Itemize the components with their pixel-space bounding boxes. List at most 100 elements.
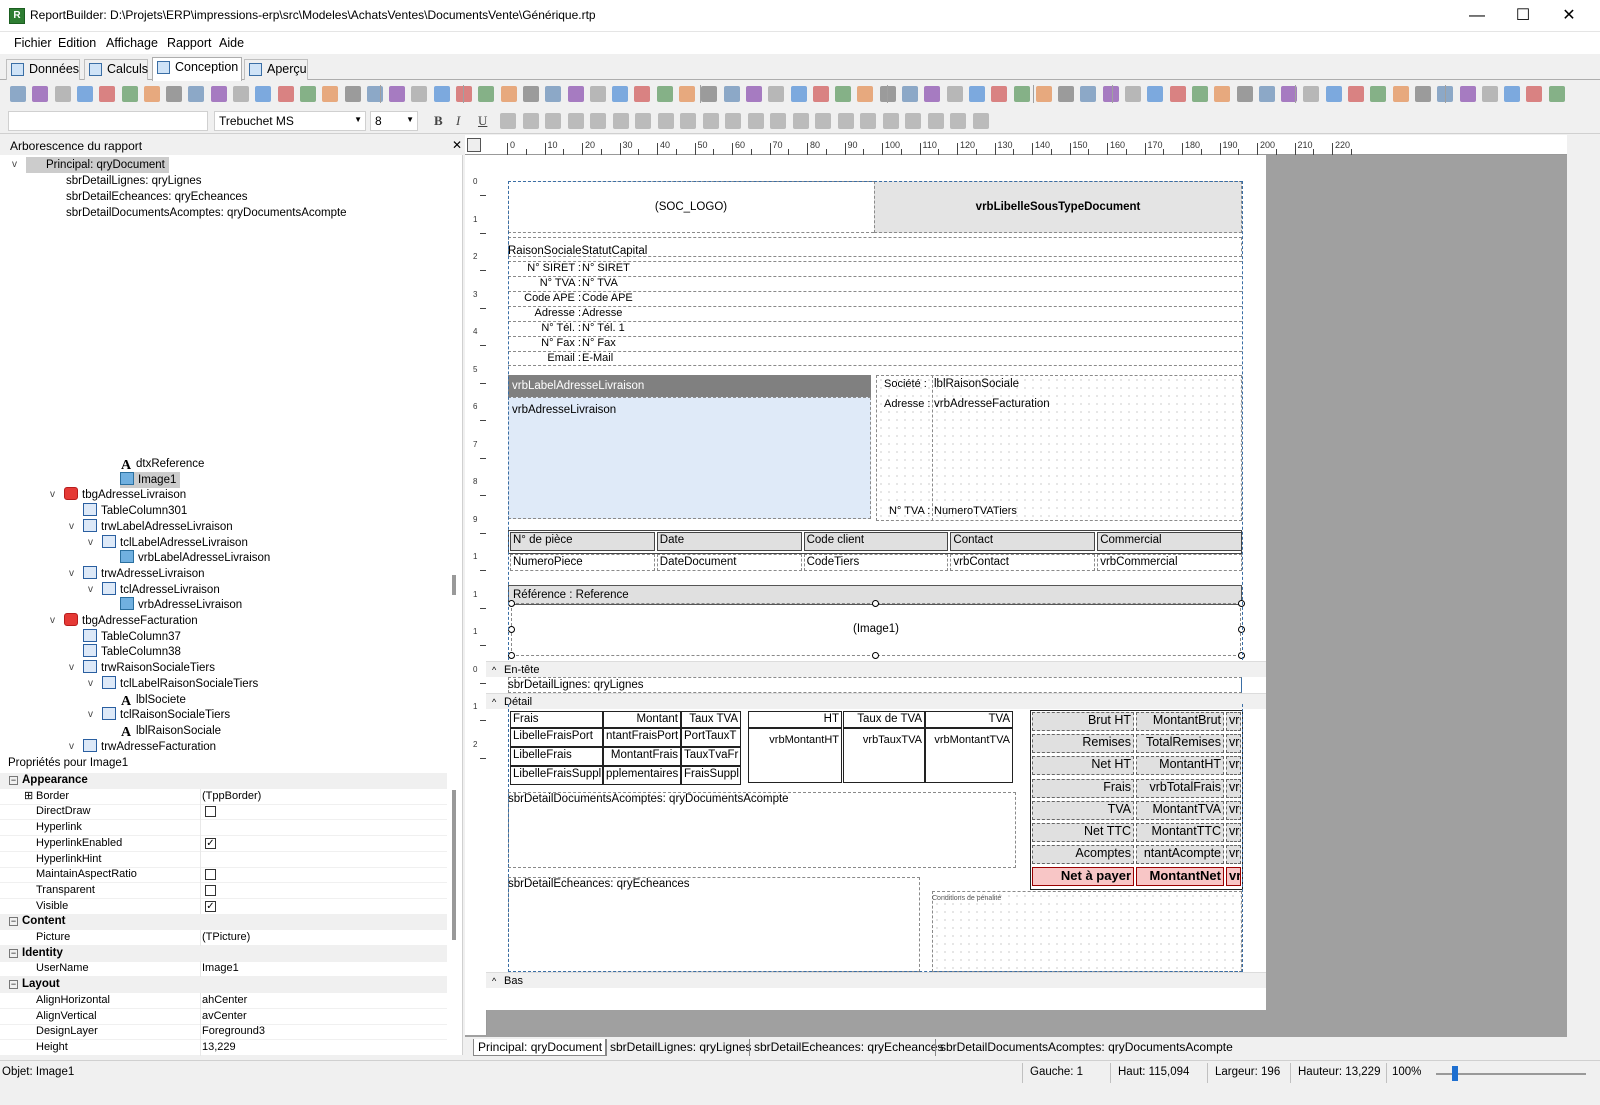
- chevron-down-icon[interactable]: v: [88, 709, 93, 720]
- property-checkbox[interactable]: [205, 806, 216, 818]
- property-row[interactable]: DirectDraw: [0, 804, 447, 821]
- menu-aide[interactable]: Aide: [219, 36, 244, 50]
- toolbar-icon[interactable]: [1035, 86, 1052, 102]
- property-checkbox[interactable]: ✓: [205, 837, 216, 849]
- toolbar-icon[interactable]: [1370, 86, 1387, 102]
- property-row[interactable]: ⊞ Border (TppBorder): [0, 788, 447, 805]
- property-row[interactable]: Hyperlink: [0, 820, 447, 837]
- toolbar-icon[interactable]: [500, 86, 517, 102]
- band-bas[interactable]: ^ Bas: [486, 972, 1266, 988]
- toolbar-icon[interactable]: [121, 86, 138, 102]
- italic-button[interactable]: I: [456, 113, 460, 129]
- toolbar-icon[interactable]: [590, 113, 606, 129]
- toolbar-icon[interactable]: [745, 86, 762, 102]
- toolbar-icon[interactable]: [143, 86, 160, 102]
- chevron-down-icon[interactable]: v: [50, 615, 55, 626]
- tree-node-lignes[interactable]: sbrDetailLignes: qryLignes: [66, 173, 202, 189]
- property-checkbox[interactable]: [205, 884, 216, 896]
- toolbar-icon[interactable]: [1258, 86, 1275, 102]
- property-checkbox[interactable]: [205, 869, 216, 881]
- close-icon[interactable]: ✕: [452, 138, 462, 152]
- property-row[interactable]: DesignLayer Foreground3: [0, 1024, 447, 1041]
- toolbar-icon[interactable]: [188, 86, 205, 102]
- toolbar-icon[interactable]: [389, 86, 406, 102]
- toolbar-icon[interactable]: [902, 86, 918, 102]
- toolbar-icon[interactable]: [972, 113, 989, 129]
- tree-node-vrblabeladresselivraison[interactable]: vrbLabelAdresseLivraison: [120, 550, 274, 566]
- toolbar-icon[interactable]: [860, 113, 876, 129]
- properties-scrollbar[interactable]: [452, 790, 456, 940]
- property-value[interactable]: Image1: [202, 961, 239, 976]
- toolbar-icon[interactable]: [54, 86, 71, 102]
- toolbar-icon[interactable]: [166, 86, 183, 102]
- menu-edition[interactable]: Edition: [58, 36, 96, 50]
- toolbar-icon[interactable]: [924, 86, 941, 102]
- chevron-down-icon[interactable]: v: [69, 741, 74, 752]
- property-row[interactable]: AlignVertical avCenter: [0, 1008, 447, 1025]
- toolbar-icon[interactable]: [567, 113, 584, 129]
- toolbar-icon[interactable]: [545, 113, 561, 129]
- property-value[interactable]: 13,229: [202, 1040, 236, 1055]
- tree-node-trwraisonsocialetiers[interactable]: trwRaisonSocialeTiers: [83, 660, 219, 676]
- toolbar-icon[interactable]: [1147, 86, 1164, 102]
- tab-donnees[interactable]: Données: [6, 59, 80, 80]
- collapse-icon[interactable]: −: [9, 948, 18, 958]
- toolbar-icon[interactable]: [905, 113, 921, 129]
- toolbar-icon[interactable]: [657, 113, 674, 129]
- toolbar-icon[interactable]: [32, 86, 49, 102]
- tree-node-tbgadresselivraison[interactable]: tbgAdresseLivraison: [64, 487, 190, 503]
- toolbar-icon[interactable]: [1303, 86, 1320, 102]
- collapse-icon[interactable]: −: [9, 980, 18, 990]
- tree-node-tablecolumn37[interactable]: TableColumn37: [83, 628, 185, 645]
- report-tab-echeances[interactable]: sbrDetailEcheances: qryEcheances: [749, 1039, 947, 1056]
- tree-node-lblraisonsociale[interactable]: AlblRaisonSociale: [120, 723, 225, 740]
- toolbar-icon[interactable]: [812, 86, 829, 102]
- tree-node-tcladresselivraison[interactable]: tclAdresseLivraison: [102, 581, 224, 598]
- toolbar-icon[interactable]: [968, 86, 985, 102]
- toolbar-icon[interactable]: [1013, 86, 1030, 102]
- tree-node-tclraisonsocialetiers[interactable]: tclRaisonSocialeTiers: [102, 707, 234, 723]
- toolbar-icon[interactable]: [950, 113, 966, 129]
- property-row[interactable]: Picture (TPicture): [0, 930, 447, 946]
- report-tab-lignes[interactable]: sbrDetailLignes: qryLignes: [605, 1039, 755, 1056]
- toolbar-icon[interactable]: [1392, 86, 1409, 102]
- underline-button[interactable]: U: [478, 113, 487, 129]
- toolbar-icon[interactable]: [747, 113, 764, 129]
- toolbar-icon[interactable]: [1102, 86, 1119, 102]
- font-size-combo[interactable]: 8 ▼: [370, 111, 418, 131]
- toolbar-icon[interactable]: [411, 86, 428, 102]
- bold-button[interactable]: B: [434, 113, 443, 129]
- toolbar-icon[interactable]: [322, 86, 339, 102]
- toolbar-icon[interactable]: [1348, 86, 1364, 102]
- toolbar-icon[interactable]: [882, 113, 899, 129]
- toolbar-icon[interactable]: [456, 86, 472, 102]
- toolbar-icon[interactable]: [1058, 86, 1075, 102]
- toolbar-icon[interactable]: [1191, 86, 1208, 102]
- property-row[interactable]: Transparent: [0, 882, 447, 899]
- property-value[interactable]: avCenter: [202, 1009, 247, 1024]
- toolbar-icon[interactable]: [99, 86, 116, 102]
- toolbar-icon[interactable]: [634, 86, 651, 102]
- tree-node-dtxreference[interactable]: AdtxReference: [120, 456, 208, 473]
- chevron-down-icon[interactable]: v: [69, 568, 74, 579]
- toolbar-icon[interactable]: [679, 86, 695, 102]
- chevron-down-icon[interactable]: v: [88, 537, 93, 548]
- toolbar-icon[interactable]: [433, 86, 450, 102]
- toolbar-icon[interactable]: [725, 113, 741, 129]
- toolbar-icon[interactable]: [210, 86, 227, 102]
- property-row[interactable]: Visible ✓: [0, 898, 447, 915]
- component-name-combo[interactable]: [8, 111, 208, 131]
- toolbar-icon[interactable]: [701, 86, 718, 102]
- report-tab-principal[interactable]: Principal: qryDocument: [473, 1039, 608, 1056]
- toolbar-icon[interactable]: [522, 86, 539, 102]
- toolbar-icon[interactable]: [790, 86, 807, 102]
- toolbar-icon[interactable]: [768, 86, 785, 102]
- toolbar-icon[interactable]: [478, 86, 495, 102]
- tree-node-tablecolumn301[interactable]: TableColumn301: [83, 503, 191, 519]
- toolbar-icon[interactable]: [255, 86, 272, 102]
- toolbar-icon[interactable]: [612, 113, 629, 129]
- toolbar-icon[interactable]: [723, 86, 740, 102]
- expand-icon[interactable]: ⊞: [24, 789, 33, 804]
- chevron-down-icon[interactable]: v: [69, 521, 74, 532]
- font-combo[interactable]: Trebuchet MS ▼: [214, 111, 366, 131]
